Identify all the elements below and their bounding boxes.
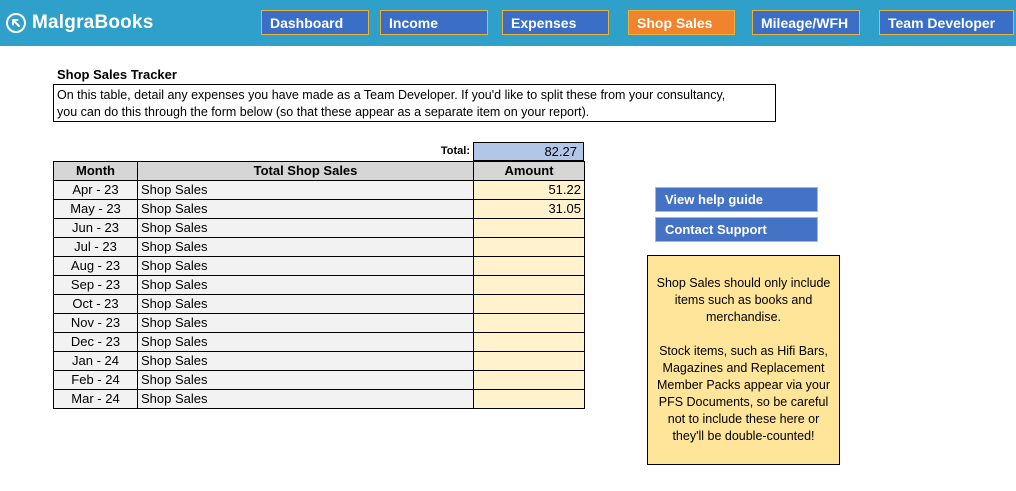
table-row: Jan - 24 Shop Sales <box>53 351 585 371</box>
amount-input-cell[interactable] <box>473 294 585 314</box>
brand-logo[interactable]: MalgraBooks <box>6 11 154 35</box>
table-row: Oct - 23 Shop Sales <box>53 294 585 314</box>
page-title: Shop Sales Tracker <box>57 67 177 82</box>
table-row: Aug - 23 Shop Sales <box>53 256 585 276</box>
table-row: Dec - 23 Shop Sales <box>53 332 585 352</box>
arrow-circle-icon <box>6 13 26 33</box>
amount-column-header: Amount <box>473 161 585 181</box>
table-row: Mar - 24 Shop Sales <box>53 389 585 409</box>
amount-input-cell[interactable] <box>473 389 585 409</box>
table-row: May - 23 Shop Sales 31.05 <box>53 199 585 219</box>
month-cell: Feb - 24 <box>53 370 138 390</box>
amount-input-cell[interactable] <box>473 313 585 333</box>
amount-input-cell[interactable] <box>473 332 585 352</box>
month-cell: Jul - 23 <box>53 237 138 257</box>
table-row: Feb - 24 Shop Sales <box>53 370 585 390</box>
type-cell: Shop Sales <box>137 180 474 200</box>
nav-mileage-button[interactable]: Mileage/WFH <box>752 10 860 35</box>
month-cell: Jun - 23 <box>53 218 138 238</box>
contact-support-button[interactable]: Contact Support <box>655 217 818 242</box>
type-cell: Shop Sales <box>137 313 474 333</box>
amount-input-cell[interactable]: 31.05 <box>473 199 585 219</box>
brand-name: MalgraBooks <box>32 12 154 33</box>
note-paragraph-2: Stock items, such as Hifi Bars, Magazine… <box>657 344 830 443</box>
amount-input-cell[interactable] <box>473 237 585 257</box>
type-cell: Shop Sales <box>137 256 474 276</box>
amount-input-cell[interactable]: 51.22 <box>473 180 585 200</box>
amount-input-cell[interactable] <box>473 256 585 276</box>
shop-sales-table: Month Total Shop Sales Amount Apr - 23 S… <box>53 161 585 409</box>
type-cell: Shop Sales <box>137 199 474 219</box>
table-row: Sep - 23 Shop Sales <box>53 275 585 295</box>
month-cell: May - 23 <box>53 199 138 219</box>
table-row: Jul - 23 Shop Sales <box>53 237 585 257</box>
description-line-2: you can do this through the form below (… <box>57 105 590 119</box>
table-row: Apr - 23 Shop Sales 51.22 <box>53 180 585 200</box>
month-cell: Nov - 23 <box>53 313 138 333</box>
description-box: On this table, detail any expenses you h… <box>53 84 776 122</box>
type-cell: Shop Sales <box>137 237 474 257</box>
amount-input-cell[interactable] <box>473 370 585 390</box>
month-cell: Apr - 23 <box>53 180 138 200</box>
top-navigation-bar: MalgraBooks Dashboard Income Expenses Sh… <box>0 0 1016 46</box>
month-cell: Aug - 23 <box>53 256 138 276</box>
amount-input-cell[interactable] <box>473 351 585 371</box>
type-cell: Shop Sales <box>137 332 474 352</box>
type-cell: Shop Sales <box>137 370 474 390</box>
note-paragraph-1: Shop Sales should only include items suc… <box>656 276 831 324</box>
table-row: Jun - 23 Shop Sales <box>53 218 585 238</box>
nav-shop-sales-button[interactable]: Shop Sales <box>628 10 735 35</box>
nav-income-button[interactable]: Income <box>380 10 488 35</box>
month-cell: Jan - 24 <box>53 351 138 371</box>
month-cell: Mar - 24 <box>53 389 138 409</box>
month-column-header: Month <box>53 161 138 181</box>
type-cell: Shop Sales <box>137 389 474 409</box>
amount-input-cell[interactable] <box>473 218 585 238</box>
nav-team-developer-button[interactable]: Team Developer <box>879 10 1014 35</box>
nav-expenses-button[interactable]: Expenses <box>502 10 609 35</box>
view-help-guide-button[interactable]: View help guide <box>655 187 818 212</box>
table-header-row: Month Total Shop Sales Amount <box>53 161 585 181</box>
month-cell: Oct - 23 <box>53 294 138 314</box>
month-cell: Sep - 23 <box>53 275 138 295</box>
table-row: Nov - 23 Shop Sales <box>53 313 585 333</box>
type-cell: Shop Sales <box>137 275 474 295</box>
amount-input-cell[interactable] <box>473 275 585 295</box>
nav-dashboard-button[interactable]: Dashboard <box>261 10 369 35</box>
month-cell: Dec - 23 <box>53 332 138 352</box>
type-cell: Shop Sales <box>137 294 474 314</box>
description-line-1: On this table, detail any expenses you h… <box>57 88 726 102</box>
type-cell: Shop Sales <box>137 351 474 371</box>
total-value: 82.27 <box>473 142 584 161</box>
type-column-header: Total Shop Sales <box>137 161 474 181</box>
type-cell: Shop Sales <box>137 218 474 238</box>
total-label: Total: <box>440 145 470 157</box>
shop-sales-note: Shop Sales should only include items suc… <box>647 255 840 465</box>
